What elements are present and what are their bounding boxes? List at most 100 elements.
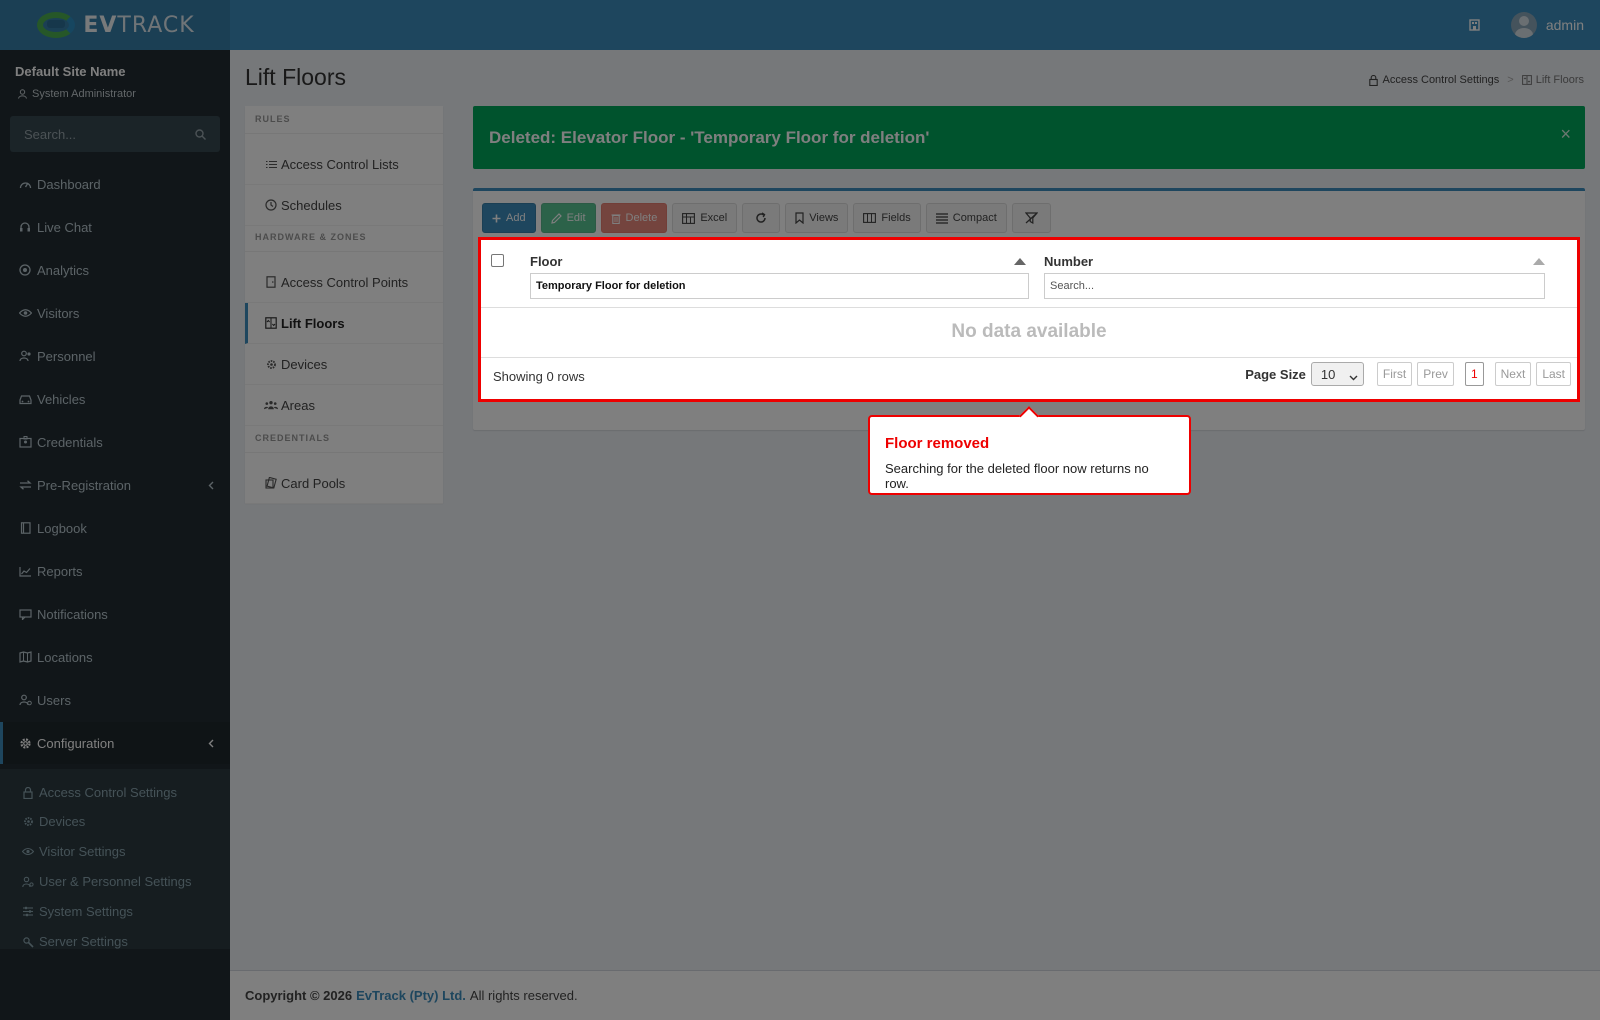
close-icon[interactable]: × bbox=[1560, 124, 1571, 145]
excel-button[interactable]: Excel bbox=[672, 203, 738, 233]
data-grid-highlighted: Floor Number No data available Showing 0… bbox=[478, 237, 1580, 402]
nav-item-devices[interactable]: Devices bbox=[245, 344, 443, 385]
lock-icon bbox=[22, 786, 34, 799]
nav-item-card-pools[interactable]: Card Pools bbox=[245, 463, 443, 504]
company-link[interactable]: EvTrack (Pty) Ltd. bbox=[356, 988, 466, 1003]
nav-item-access-control-lists[interactable]: Access Control Lists bbox=[245, 144, 443, 185]
user-icon bbox=[18, 89, 27, 99]
clock-icon bbox=[264, 198, 278, 212]
user-group-icon bbox=[18, 349, 32, 363]
submenu-item-devices[interactable]: Devices bbox=[0, 807, 230, 836]
current-page-button[interactable]: 1 bbox=[1464, 362, 1484, 386]
lock-icon bbox=[1369, 74, 1379, 86]
fields-button[interactable]: Fields bbox=[853, 203, 921, 233]
sidebar-item-dashboard[interactable]: Dashboard bbox=[0, 163, 230, 205]
nav-item-access-control-points[interactable]: Access Control Points bbox=[245, 262, 443, 303]
id-card-icon bbox=[18, 435, 32, 449]
target-icon bbox=[18, 263, 32, 277]
prev-page-button[interactable]: Prev bbox=[1417, 362, 1454, 386]
delete-button[interactable]: Delete bbox=[600, 203, 668, 233]
spreadsheet-icon bbox=[682, 212, 696, 224]
views-button[interactable]: Views bbox=[785, 203, 849, 233]
sidebar-item-configuration[interactable]: Configuration bbox=[0, 722, 230, 764]
nav-item-areas[interactable]: Areas bbox=[245, 385, 443, 426]
page-size-label: Page Size bbox=[1245, 366, 1306, 382]
clear-filter-button[interactable] bbox=[1011, 203, 1051, 233]
first-page-button[interactable]: First bbox=[1376, 362, 1413, 386]
sidebar-item-visitors[interactable]: Visitors bbox=[0, 292, 230, 334]
sidebar-item-reports[interactable]: Reports bbox=[0, 550, 230, 592]
row-count: Showing 0 rows bbox=[493, 369, 585, 384]
chevron-left-icon bbox=[208, 478, 214, 493]
refresh-button[interactable] bbox=[742, 203, 781, 233]
logo[interactable]: EVTRACK bbox=[0, 0, 230, 50]
select-all-checkbox[interactable] bbox=[491, 254, 504, 267]
chevron-left-icon bbox=[208, 736, 214, 751]
submenu-item-access-control-settings[interactable]: Access Control Settings bbox=[0, 778, 230, 807]
car-icon bbox=[18, 392, 32, 406]
add-button[interactable]: Add bbox=[482, 203, 536, 233]
sidebar-item-notifications[interactable]: Notifications bbox=[0, 593, 230, 635]
sidebar-item-logbook[interactable]: Logbook bbox=[0, 507, 230, 549]
last-page-button[interactable]: Last bbox=[1536, 362, 1571, 386]
grid-toolbar: Add Edit Delete Excel Views Fields Compa… bbox=[482, 203, 1056, 233]
people-group-icon bbox=[264, 398, 278, 412]
sidebar-item-locations[interactable]: Locations bbox=[0, 636, 230, 678]
list-icon bbox=[264, 157, 278, 171]
breadcrumb-item[interactable]: Access Control Settings bbox=[1369, 74, 1499, 86]
logo-icon bbox=[35, 10, 77, 40]
building-icon[interactable] bbox=[1469, 19, 1481, 31]
sidebar-item-analytics[interactable]: Analytics bbox=[0, 249, 230, 291]
door-icon bbox=[264, 275, 278, 289]
submenu-item-system-settings[interactable]: System Settings bbox=[0, 897, 230, 926]
avatar[interactable] bbox=[1510, 12, 1537, 38]
sidebar-item-live-chat[interactable]: Live Chat bbox=[0, 206, 230, 248]
user-name[interactable]: admin bbox=[1546, 17, 1584, 33]
nav-section-header: CREDENTIALS bbox=[255, 433, 331, 443]
chevron-down-icon bbox=[1349, 369, 1358, 384]
sidebar-item-credentials[interactable]: Credentials bbox=[0, 421, 230, 463]
sort-asc-icon[interactable] bbox=[1014, 258, 1026, 265]
sidebar-item-pre-registration[interactable]: Pre-Registration bbox=[0, 464, 230, 506]
callout-title: Floor removed bbox=[885, 435, 990, 452]
trash-icon bbox=[611, 213, 621, 224]
sidebar-item-users[interactable]: Users bbox=[0, 679, 230, 721]
submenu-item-server-settings[interactable]: Server Settings bbox=[0, 927, 230, 956]
bookmark-icon bbox=[795, 212, 804, 224]
sidebar-item-personnel[interactable]: Personnel bbox=[0, 335, 230, 377]
elevator-icon bbox=[264, 316, 278, 330]
search-icon[interactable] bbox=[195, 128, 206, 140]
logo-text: EVTRACK bbox=[83, 12, 195, 38]
chip-icon bbox=[22, 816, 34, 828]
sidebar-search-input[interactable]: Search... bbox=[10, 116, 220, 152]
next-page-button[interactable]: Next bbox=[1494, 362, 1532, 386]
users-icon bbox=[18, 693, 32, 707]
floor-filter-input[interactable] bbox=[530, 273, 1029, 299]
column-header-floor[interactable]: Floor bbox=[530, 254, 563, 269]
configuration-submenu: Access Control Settings Devices Visitor … bbox=[0, 769, 230, 949]
submenu-item-user-personnel-settings[interactable]: User & Personnel Settings bbox=[0, 867, 230, 896]
submenu-item-visitor-settings[interactable]: Visitor Settings bbox=[0, 837, 230, 866]
chip-icon bbox=[264, 357, 278, 371]
number-filter-input[interactable] bbox=[1044, 273, 1545, 299]
sidebar: Default Site Name System Administrator S… bbox=[0, 50, 230, 1020]
callout-text: Searching for the deleted floor now retu… bbox=[885, 461, 1149, 491]
nav-item-schedules[interactable]: Schedules bbox=[245, 185, 443, 226]
book-icon bbox=[18, 521, 32, 535]
sidebar-item-vehicles[interactable]: Vehicles bbox=[0, 378, 230, 420]
sort-asc-icon[interactable] bbox=[1533, 258, 1545, 265]
page-size-select[interactable]: 10 bbox=[1310, 362, 1364, 386]
column-header-number[interactable]: Number bbox=[1044, 254, 1093, 269]
nav-item-lift-floors[interactable]: Lift Floors bbox=[245, 303, 443, 344]
columns-icon bbox=[863, 213, 877, 223]
edit-button[interactable]: Edit bbox=[540, 203, 596, 233]
message-icon bbox=[18, 607, 32, 621]
swap-icon bbox=[18, 478, 32, 492]
headset-icon bbox=[18, 220, 32, 234]
gear-icon bbox=[18, 736, 32, 750]
breadcrumb: Access Control Settings > Lift Floors bbox=[1369, 74, 1584, 86]
compact-button[interactable]: Compact bbox=[925, 203, 1007, 233]
nav-section-header: RULES bbox=[255, 114, 291, 124]
cards-icon bbox=[264, 476, 278, 490]
page-title: Lift Floors bbox=[245, 64, 346, 90]
